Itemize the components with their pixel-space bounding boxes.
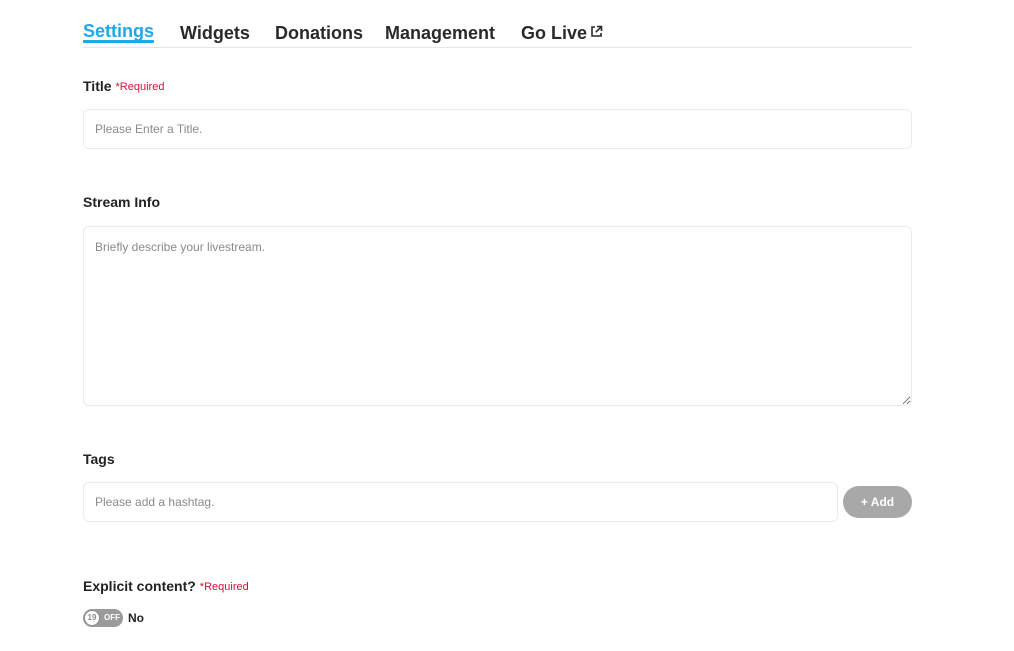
stream-info-label: Stream Info — [83, 194, 161, 210]
tab-settings[interactable]: Settings — [83, 19, 155, 43]
explicit-content-label: Explicit content? *Required — [83, 578, 249, 594]
title-input[interactable] — [83, 109, 912, 149]
tab-widgets[interactable]: Widgets — [180, 21, 250, 45]
tab-donations[interactable]: Donations — [275, 21, 363, 45]
age-19-badge: 19 — [84, 610, 100, 626]
title-label: Title *Required — [83, 78, 164, 94]
explicit-content-label-text: Explicit content? — [83, 578, 196, 594]
stream-settings-page: Settings Widgets Donations Management Go… — [0, 0, 1014, 651]
tab-bar: Settings Widgets Donations Management Go… — [83, 20, 912, 48]
external-link-icon — [590, 20, 603, 44]
tab-go-live-label: Go Live — [521, 23, 588, 43]
explicit-required-marker: *Required — [199, 581, 249, 593]
title-label-text: Title — [83, 78, 112, 94]
toggle-state-text: OFF — [104, 613, 120, 622]
hashtag-input[interactable] — [83, 482, 838, 522]
title-required-marker: *Required — [115, 81, 165, 93]
add-tag-button[interactable]: + Add — [843, 486, 912, 518]
tags-label: Tags — [83, 451, 115, 467]
stream-info-textarea[interactable] — [83, 226, 912, 406]
explicit-content-toggle[interactable]: 19 OFF — [83, 609, 123, 627]
explicit-content-value: No — [128, 611, 144, 625]
tab-go-live[interactable]: Go Live — [521, 21, 603, 45]
tab-management[interactable]: Management — [385, 21, 495, 45]
